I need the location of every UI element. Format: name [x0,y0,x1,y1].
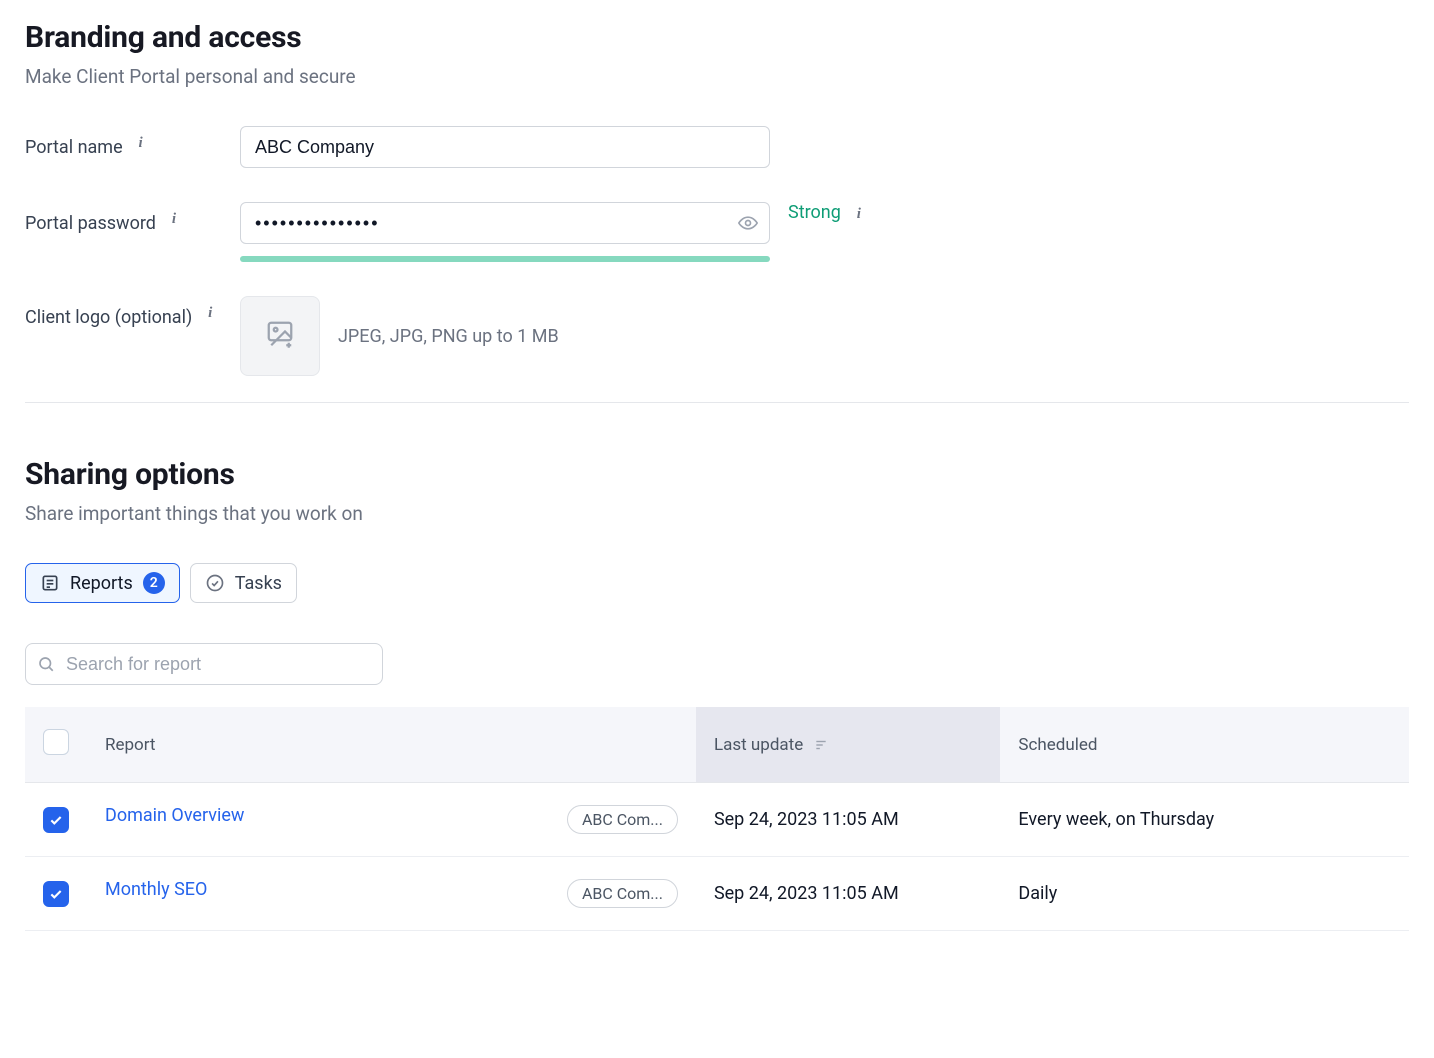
sharing-title: Sharing options [25,457,1409,492]
tab-reports-label: Reports [70,573,133,594]
portal-name-row: Portal name i [25,126,1409,168]
sharing-subtitle: Share important things that you work on [25,502,1409,525]
eye-icon[interactable] [738,213,758,233]
row-checkbox[interactable] [43,881,69,907]
client-chip[interactable]: ABC Com... [567,879,678,908]
tab-tasks-label: Tasks [235,573,282,594]
select-all-checkbox[interactable] [43,729,69,755]
section-divider [25,402,1409,403]
portal-name-input[interactable] [240,126,770,168]
search-input[interactable] [25,643,383,685]
col-scheduled-header: Scheduled [1000,707,1409,783]
scheduled-cell: Every week, on Thursday [1000,783,1409,857]
reports-icon [40,573,60,593]
reports-table: Report Last update Scheduled Domain Over… [25,707,1409,931]
row-checkbox[interactable] [43,807,69,833]
col-last-update-header[interactable]: Last update [696,707,1000,783]
info-icon[interactable]: i [133,136,149,152]
info-icon[interactable]: i [202,306,218,322]
password-strength-text: Strong [788,202,841,223]
col-last-update-label: Last update [714,735,803,755]
image-upload-icon [265,319,295,354]
search-icon [37,655,55,673]
portal-password-row: Portal password i Strong i [25,202,1409,262]
info-icon[interactable]: i [166,212,182,228]
tab-tasks[interactable]: Tasks [190,563,297,603]
tasks-icon [205,573,225,593]
client-logo-row: Client logo (optional) i JPEG, JPG, PNG … [25,296,1409,376]
scheduled-cell: Daily [1000,857,1409,931]
portal-password-input[interactable] [240,202,770,244]
col-report-header: Report [87,707,696,783]
client-chip[interactable]: ABC Com... [567,805,678,834]
logo-upload-box[interactable] [240,296,320,376]
client-logo-label: Client logo (optional) [25,304,192,332]
table-row: Monthly SEO ABC Com... Sep 24, 2023 11:0… [25,857,1409,931]
logo-hint-text: JPEG, JPG, PNG up to 1 MB [338,326,559,347]
table-row: Domain Overview ABC Com... Sep 24, 2023 … [25,783,1409,857]
info-icon[interactable]: i [851,207,867,223]
last-update-cell: Sep 24, 2023 11:05 AM [696,857,1000,931]
portal-password-label: Portal password [25,210,156,238]
sort-desc-icon [813,738,829,752]
password-strength-bar [240,256,770,262]
tab-reports[interactable]: Reports 2 [25,563,180,603]
portal-name-label: Portal name [25,134,123,162]
branding-title: Branding and access [25,20,1409,55]
reports-count-badge: 2 [143,572,165,594]
branding-subtitle: Make Client Portal personal and secure [25,65,1409,88]
last-update-cell: Sep 24, 2023 11:05 AM [696,783,1000,857]
report-link[interactable]: Domain Overview [105,805,244,826]
report-link[interactable]: Monthly SEO [105,879,207,900]
